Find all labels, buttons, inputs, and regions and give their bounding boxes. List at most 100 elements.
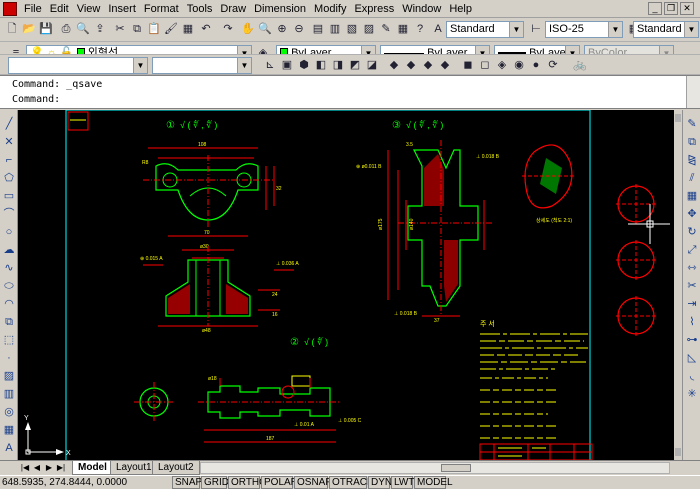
mirror-icon[interactable]: ⧎: [684, 152, 700, 168]
view-back-icon[interactable]: ◪: [364, 57, 380, 73]
revision-cloud-icon[interactable]: ☁: [1, 242, 17, 258]
polyline-icon[interactable]: ⌐: [1, 152, 17, 168]
ellipse-arc-icon[interactable]: ◠: [1, 296, 17, 312]
copy-icon[interactable]: ⧉: [129, 21, 145, 37]
zoom-window-icon[interactable]: ⊕: [274, 21, 290, 37]
coordinate-readout[interactable]: 648.5935, 274.8444, 0.0000: [2, 476, 127, 489]
gradient-icon[interactable]: ▥: [1, 386, 17, 402]
menu-file[interactable]: File: [20, 3, 46, 15]
new-icon[interactable]: 🗋: [4, 21, 20, 37]
tab-model[interactable]: Model: [72, 461, 113, 475]
offset-icon[interactable]: ⫽: [684, 170, 700, 186]
nw-iso-icon[interactable]: ◆: [437, 57, 453, 73]
cut-icon[interactable]: ✂: [112, 21, 128, 37]
plot-preview-icon[interactable]: 🔍: [75, 21, 91, 37]
se-iso-icon[interactable]: ◆: [403, 57, 419, 73]
ellipse-icon[interactable]: ⬭: [1, 278, 17, 294]
orbit-icon[interactable]: ⟳: [545, 57, 561, 73]
menu-insert[interactable]: Insert: [104, 3, 140, 15]
table-style-combo[interactable]: Standard ▼: [633, 21, 699, 38]
polar-toggle[interactable]: POLAR: [261, 476, 298, 489]
ortho-toggle[interactable]: ORTHO: [228, 476, 267, 489]
insert-block-icon[interactable]: ⧉: [1, 314, 17, 330]
otrack-toggle[interactable]: OTRACK: [329, 476, 374, 489]
chamfer-icon[interactable]: ◺: [684, 350, 700, 366]
block-editor-icon[interactable]: ▦: [180, 21, 196, 37]
bicycle-icon[interactable]: 🚲: [572, 57, 588, 73]
move-icon[interactable]: ✥: [684, 206, 700, 222]
chevron-down-icon[interactable]: ▼: [684, 22, 698, 37]
menu-modify[interactable]: Modify: [310, 3, 350, 15]
view-front-icon[interactable]: ◩: [347, 57, 363, 73]
text-style-combo[interactable]: Standard ▼: [446, 21, 524, 38]
osnap-toggle[interactable]: OSNAP: [294, 476, 332, 489]
explode-icon[interactable]: ✳: [684, 386, 700, 402]
autocad-app-icon[interactable]: [3, 1, 17, 16]
copy-object-icon[interactable]: ⧉: [684, 134, 700, 150]
hatch-icon[interactable]: ▨: [1, 368, 17, 384]
text-style-icon[interactable]: A: [430, 21, 446, 37]
publish-icon[interactable]: ⇪: [92, 21, 108, 37]
horizontal-scrollbar[interactable]: [200, 462, 670, 474]
dyn-toggle[interactable]: DYN: [368, 476, 392, 489]
design-center-icon[interactable]: ▥: [327, 21, 343, 37]
drawing-canvas[interactable]: ① √ ( ∜ , ∜ ) ③ √ ( ∜ , ∜ ) ② √ ( ∜ ) 10…: [18, 110, 682, 460]
construction-line-icon[interactable]: ✕: [1, 134, 17, 150]
wireframe-icon[interactable]: ◻: [477, 57, 493, 73]
command-window[interactable]: Command: _qsave Command:: [0, 75, 700, 109]
redo-icon[interactable]: ↷: [220, 21, 236, 37]
view-top-icon[interactable]: ▣: [279, 57, 295, 73]
zoom-realtime-icon[interactable]: 🔍: [257, 21, 273, 37]
command-prompt[interactable]: Command:: [12, 93, 60, 107]
fillet-icon[interactable]: ◟: [684, 368, 700, 384]
scale-icon[interactable]: ⤢: [684, 242, 700, 258]
lwt-toggle[interactable]: LWT: [391, 476, 414, 489]
gouraud-icon[interactable]: ●: [528, 57, 544, 73]
named-view-combo[interactable]: ▼: [152, 57, 252, 74]
sw-iso-icon[interactable]: ◆: [386, 57, 402, 73]
chevron-down-icon[interactable]: ▼: [237, 58, 251, 73]
rotate-icon[interactable]: ↻: [684, 224, 700, 240]
view-right-icon[interactable]: ◨: [330, 57, 346, 73]
save-icon[interactable]: 💾: [38, 21, 54, 37]
open-icon[interactable]: 📂: [21, 21, 37, 37]
erase-icon[interactable]: ✎: [684, 116, 700, 132]
menu-help[interactable]: Help: [445, 3, 476, 15]
scrollbar-thumb[interactable]: [441, 464, 471, 472]
dim-style-icon[interactable]: ⊢: [528, 21, 544, 37]
menu-draw[interactable]: Draw: [216, 3, 250, 15]
undo-icon[interactable]: ↶: [198, 21, 214, 37]
menu-express[interactable]: Express: [350, 3, 398, 15]
menu-view[interactable]: View: [73, 3, 105, 15]
view-bottom-icon[interactable]: ⬢: [296, 57, 312, 73]
line-icon[interactable]: ╱: [1, 116, 17, 132]
prev-tab-icon[interactable]: ◀: [32, 462, 42, 474]
extend-icon[interactable]: ⇥: [684, 296, 700, 312]
close-icon[interactable]: ✕: [680, 2, 694, 15]
multiline-text-icon[interactable]: A: [1, 440, 17, 456]
chevron-down-icon[interactable]: ▼: [608, 22, 622, 37]
flat-shaded-icon[interactable]: ◉: [511, 57, 527, 73]
stretch-icon[interactable]: ⇿: [684, 260, 700, 276]
chevron-down-icon[interactable]: ▼: [509, 22, 523, 37]
last-tab-icon[interactable]: ▶|: [56, 462, 66, 474]
array-icon[interactable]: ▦: [684, 188, 700, 204]
menu-edit[interactable]: Edit: [46, 3, 73, 15]
zoom-previous-icon[interactable]: ⊖: [291, 21, 307, 37]
point-icon[interactable]: ·: [1, 350, 17, 366]
dim-style-combo[interactable]: ISO-25 ▼: [545, 21, 623, 38]
workspace-combo[interactable]: ▼: [8, 57, 148, 74]
sheet-set-icon[interactable]: ▨: [361, 21, 377, 37]
print-icon[interactable]: ⎙: [58, 21, 74, 37]
tab-layout2[interactable]: Layout2: [152, 461, 200, 475]
break-icon[interactable]: ⌇: [684, 314, 700, 330]
spline-icon[interactable]: ∿: [1, 260, 17, 276]
arc-icon[interactable]: ⌒: [1, 206, 17, 222]
menu-window[interactable]: Window: [398, 3, 445, 15]
command-scrollbar[interactable]: [686, 76, 700, 108]
grid-toggle[interactable]: GRID: [201, 476, 229, 489]
match-properties-icon[interactable]: 🖌: [163, 21, 179, 37]
chevron-down-icon[interactable]: ▼: [133, 58, 147, 73]
first-tab-icon[interactable]: |◀: [20, 462, 30, 474]
ne-iso-icon[interactable]: ◆: [420, 57, 436, 73]
